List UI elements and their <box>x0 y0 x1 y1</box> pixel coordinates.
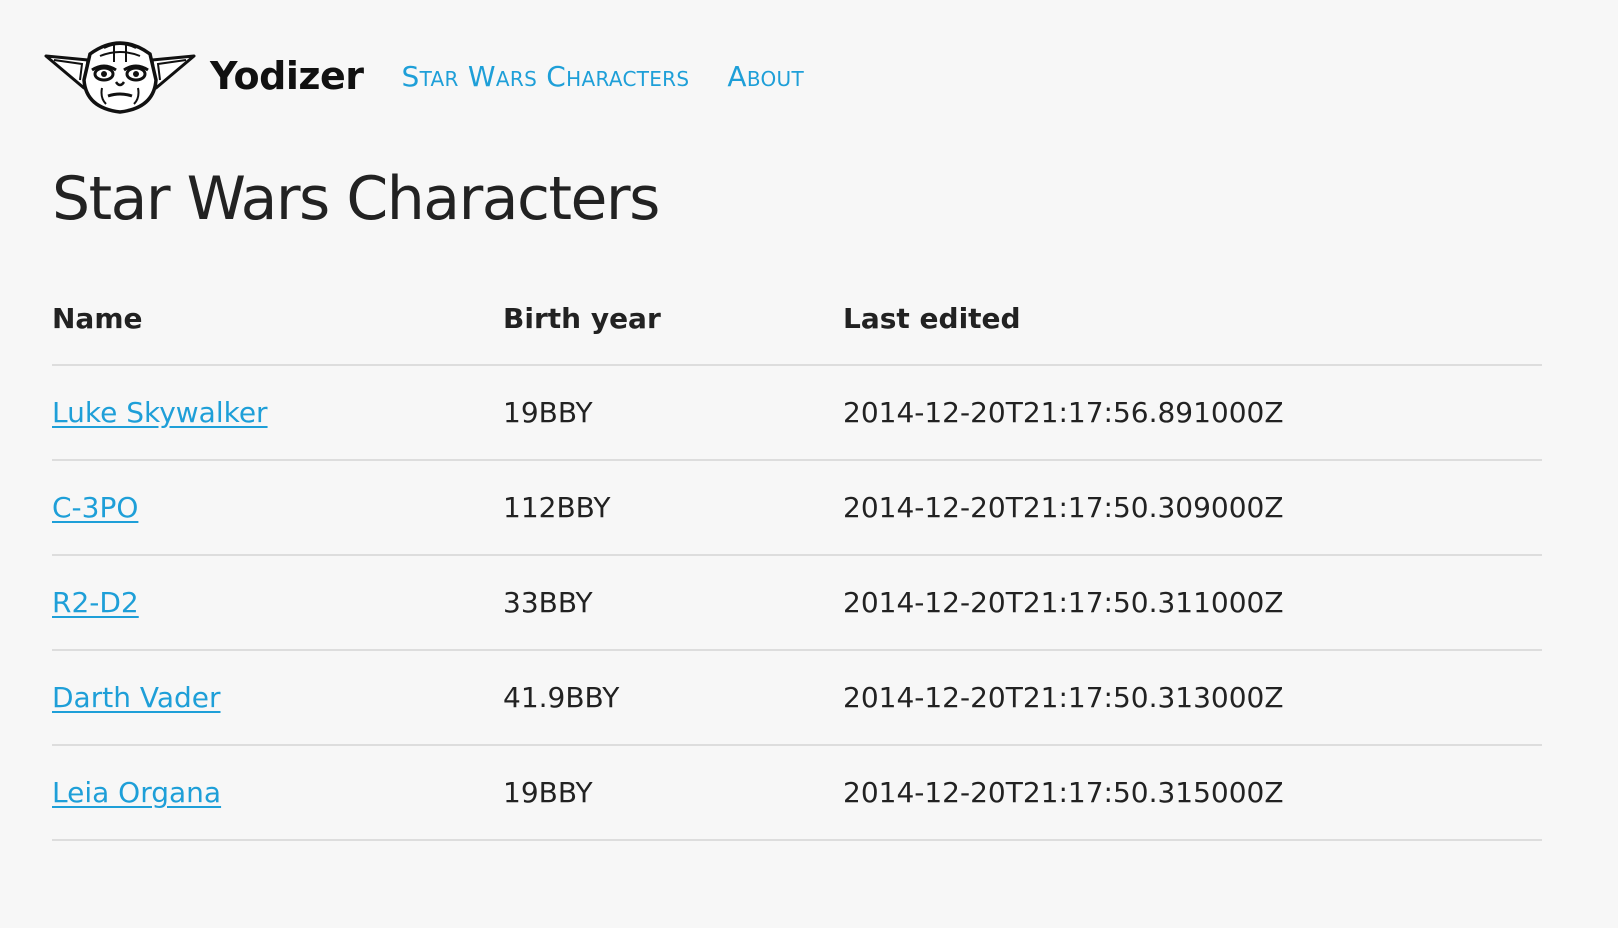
table-row: C-3PO 112BBY 2014-12-20T21:17:50.309000Z <box>52 460 1542 556</box>
name-cell: R2-D2 <box>52 555 503 651</box>
character-link[interactable]: R2-D2 <box>52 586 139 619</box>
page-title: Star Wars Characters <box>52 164 660 234</box>
table-body: Luke Skywalker 19BBY 2014-12-20T21:17:56… <box>52 365 1542 841</box>
last-edited-cell: 2014-12-20T21:17:50.313000Z <box>843 650 1542 746</box>
table-row: Leia Organa 19BBY 2014-12-20T21:17:50.31… <box>52 745 1542 841</box>
name-cell: C-3PO <box>52 460 503 556</box>
character-link[interactable]: Leia Organa <box>52 776 221 809</box>
table-header-row: Name Birth year Last edited <box>52 272 1542 366</box>
table-row: Luke Skywalker 19BBY 2014-12-20T21:17:56… <box>52 365 1542 461</box>
column-header-last-edited: Last edited <box>843 272 1542 366</box>
brand-name[interactable]: Yodizer <box>210 54 364 98</box>
yoda-logo-icon[interactable] <box>44 36 196 116</box>
last-edited-cell: 2014-12-20T21:17:50.315000Z <box>843 745 1542 841</box>
birth-year-cell: 33BBY <box>503 555 843 651</box>
table-header: Name Birth year Last edited <box>52 272 1542 366</box>
birth-year-cell: 112BBY <box>503 460 843 556</box>
column-header-name: Name <box>52 272 503 366</box>
birth-year-cell: 19BBY <box>503 365 843 461</box>
column-header-birth-year: Birth year <box>503 272 843 366</box>
last-edited-cell: 2014-12-20T21:17:50.309000Z <box>843 460 1542 556</box>
table-row: R2-D2 33BBY 2014-12-20T21:17:50.311000Z <box>52 555 1542 651</box>
last-edited-cell: 2014-12-20T21:17:50.311000Z <box>843 555 1542 651</box>
name-cell: Leia Organa <box>52 745 503 841</box>
top-navbar: Yodizer Star Wars Characters About <box>44 36 804 116</box>
last-edited-cell: 2014-12-20T21:17:56.891000Z <box>843 365 1542 461</box>
birth-year-cell: 19BBY <box>503 745 843 841</box>
table-row: Darth Vader 41.9BBY 2014-12-20T21:17:50.… <box>52 650 1542 746</box>
character-link[interactable]: C-3PO <box>52 491 138 524</box>
name-cell: Luke Skywalker <box>52 365 503 461</box>
nav-link-star-wars-characters[interactable]: Star Wars Characters <box>402 60 690 93</box>
birth-year-cell: 41.9BBY <box>503 650 843 746</box>
character-link[interactable]: Darth Vader <box>52 681 221 714</box>
nav-link-about[interactable]: About <box>727 60 804 93</box>
characters-table: Name Birth year Last edited Luke Skywalk… <box>52 272 1542 841</box>
name-cell: Darth Vader <box>52 650 503 746</box>
character-link[interactable]: Luke Skywalker <box>52 396 268 429</box>
